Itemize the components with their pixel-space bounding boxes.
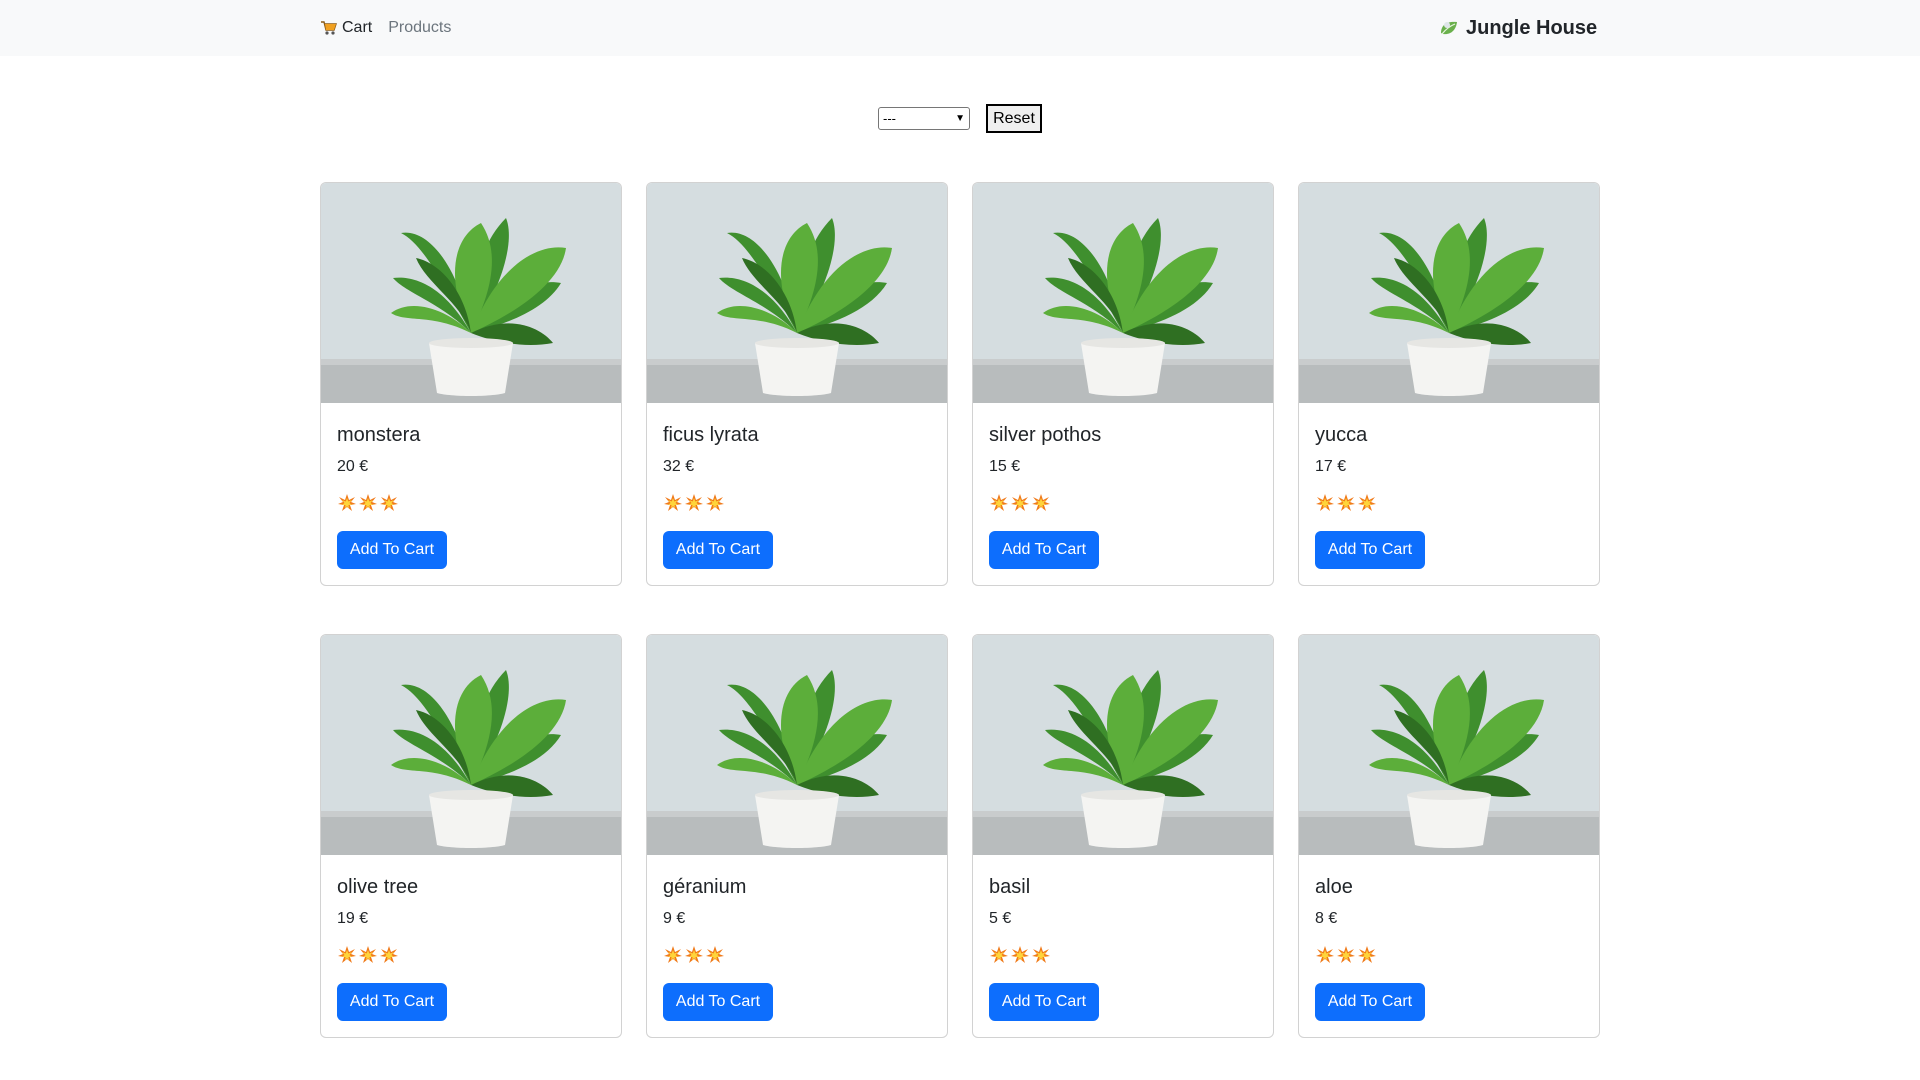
card-body: yucca 17 € Add To Cart <box>1299 403 1599 569</box>
nav-cart-label: Cart <box>342 19 373 36</box>
collision-burst-icon <box>1316 494 1334 511</box>
product-card: basil 5 € Add To Cart <box>972 634 1274 1038</box>
collision-burst-icon <box>706 494 724 511</box>
collision-burst-icon <box>1011 494 1029 511</box>
plant-image <box>647 635 947 855</box>
product-grid: monstera 20 € Add To Cart ficus lyrata 3… <box>320 182 1601 1038</box>
category-select[interactable]: --- ▼ <box>878 107 970 130</box>
product-card: silver pothos 15 € Add To Cart <box>972 182 1274 586</box>
add-to-cart-button[interactable]: Add To Cart <box>989 983 1099 1021</box>
add-to-cart-button[interactable]: Add To Cart <box>1315 531 1425 569</box>
product-price: 5 € <box>989 910 1012 927</box>
brand[interactable]: Jungle House <box>1438 0 1597 56</box>
plant-image <box>647 183 947 403</box>
plant-image <box>973 635 1273 855</box>
collision-burst-icon <box>338 946 356 963</box>
product-name: monstera <box>337 424 421 446</box>
plant-image <box>1299 183 1599 403</box>
add-to-cart-button[interactable]: Add To Cart <box>989 531 1099 569</box>
product-price: 17 € <box>1315 458 1347 475</box>
collision-burst-icon <box>1358 946 1376 963</box>
product-rating <box>1315 491 1583 515</box>
product-price: 32 € <box>663 458 695 475</box>
collision-burst-icon <box>1032 946 1050 963</box>
collision-burst-icon <box>664 946 682 963</box>
product-name: ficus lyrata <box>663 424 759 446</box>
collision-burst-icon <box>1337 494 1355 511</box>
product-name: aloe <box>1315 876 1353 898</box>
product-name: basil <box>989 876 1031 898</box>
product-card: géranium 9 € Add To Cart <box>646 634 948 1038</box>
nav-links: Cart Products <box>320 0 451 56</box>
add-to-cart-button[interactable]: Add To Cart <box>1315 983 1425 1021</box>
product-name: yucca <box>1315 424 1368 446</box>
product-rating <box>663 943 931 967</box>
product-name: silver pothos <box>989 424 1102 446</box>
collision-burst-icon <box>990 946 1008 963</box>
collision-burst-icon <box>1011 946 1029 963</box>
product-price: 15 € <box>989 458 1021 475</box>
product-rating <box>337 943 605 967</box>
product-price: 20 € <box>337 458 369 475</box>
product-name: géranium <box>663 876 747 898</box>
reset-button[interactable]: Reset <box>986 104 1042 133</box>
product-price: 9 € <box>663 910 686 927</box>
nav-products-link[interactable]: Products <box>388 19 451 37</box>
card-body: basil 5 € Add To Cart <box>973 855 1273 1021</box>
card-body: silver pothos 15 € Add To Cart <box>973 403 1273 569</box>
plant-image <box>321 183 621 403</box>
brand-name: Jungle House <box>1466 16 1598 39</box>
add-to-cart-button[interactable]: Add To Cart <box>337 531 447 569</box>
collision-burst-icon <box>380 946 398 963</box>
card-body: ficus lyrata 32 € Add To Cart <box>647 403 947 569</box>
collision-burst-icon <box>685 946 703 963</box>
product-rating <box>1315 943 1583 967</box>
collision-burst-icon <box>1032 494 1050 511</box>
product-card: monstera 20 € Add To Cart <box>320 182 622 586</box>
card-body: aloe 8 € Add To Cart <box>1299 855 1599 1021</box>
collision-burst-icon <box>664 494 682 511</box>
collision-burst-icon <box>380 494 398 511</box>
collision-burst-icon <box>359 946 377 963</box>
product-card: ficus lyrata 32 € Add To Cart <box>646 182 948 586</box>
plant-image <box>1299 635 1599 855</box>
collision-burst-icon <box>1316 946 1334 963</box>
product-card: aloe 8 € Add To Cart <box>1298 634 1600 1038</box>
add-to-cart-button[interactable]: Add To Cart <box>663 531 773 569</box>
plant-image <box>973 183 1273 403</box>
card-body: olive tree 19 € Add To Cart <box>321 855 621 1021</box>
product-card: yucca 17 € Add To Cart <box>1298 182 1600 586</box>
product-card: olive tree 19 € Add To Cart <box>320 634 622 1038</box>
add-to-cart-button[interactable]: Add To Cart <box>663 983 773 1021</box>
collision-burst-icon <box>990 494 1008 511</box>
chevron-down-icon: ▼ <box>955 113 965 124</box>
product-name: olive tree <box>337 876 419 898</box>
collision-burst-icon <box>685 494 703 511</box>
card-body: géranium 9 € Add To Cart <box>647 855 947 1021</box>
filter-bar: --- ▼ Reset <box>0 104 1920 133</box>
product-rating <box>989 943 1257 967</box>
collision-burst-icon <box>1337 946 1355 963</box>
leaf-logo-icon <box>1441 21 1457 35</box>
collision-burst-icon <box>338 494 356 511</box>
product-rating <box>989 491 1257 515</box>
navbar: Cart Products Jungle House <box>0 0 1920 56</box>
product-price: 19 € <box>337 910 369 927</box>
add-to-cart-button[interactable]: Add To Cart <box>337 983 447 1021</box>
nav-products-label: Products <box>388 19 452 36</box>
plant-image <box>321 635 621 855</box>
product-rating <box>337 491 605 515</box>
category-select-value: --- <box>883 111 896 126</box>
card-body: monstera 20 € Add To Cart <box>321 403 621 569</box>
nav-cart-link[interactable]: Cart <box>320 19 372 37</box>
collision-burst-icon <box>1358 494 1376 511</box>
collision-burst-icon <box>706 946 724 963</box>
product-rating <box>663 491 931 515</box>
shopping-cart-icon <box>321 21 337 35</box>
product-price: 8 € <box>1315 910 1338 927</box>
collision-burst-icon <box>359 494 377 511</box>
